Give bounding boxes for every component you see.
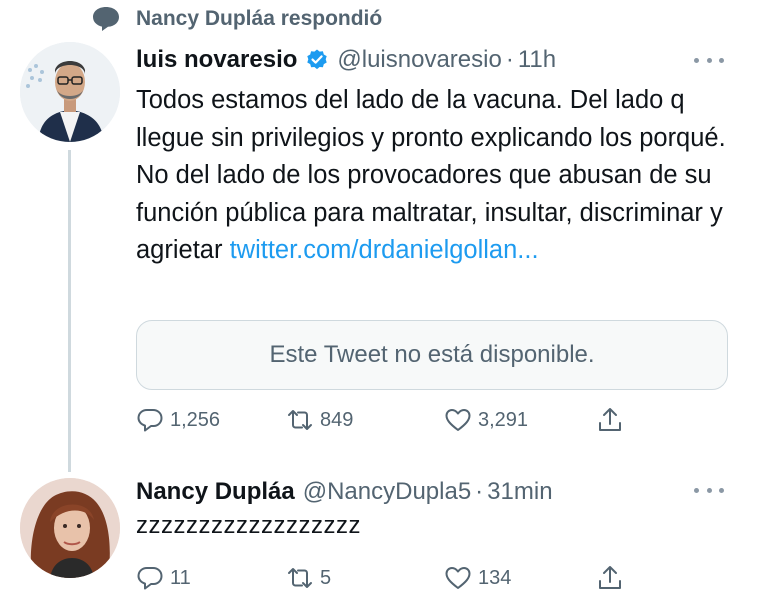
share-button[interactable] (594, 560, 626, 590)
heart-icon (442, 404, 474, 436)
quoted-tweet-unavailable: Este Tweet no está disponible. (136, 320, 728, 390)
tweet-text: Todos estamos del lado de la vacuna. Del… (136, 82, 736, 270)
handle[interactable]: @luisnovaresio (337, 46, 501, 74)
reply-button[interactable]: 1,256 (134, 402, 220, 438)
like-button[interactable]: 134 (442, 560, 511, 590)
separator-dot: · (475, 478, 484, 505)
heart-icon (442, 562, 474, 590)
retweet-icon (284, 562, 316, 590)
social-context: Nancy Dupláa respondió (90, 2, 382, 36)
retweet-button[interactable]: 5 (284, 560, 331, 590)
avatar[interactable] (20, 42, 120, 142)
share-icon (594, 562, 626, 590)
tweet-text: zzzzzzzzzzzzzzzzzz (136, 512, 361, 539)
social-context-text: Nancy Dupláa respondió (136, 7, 383, 30)
like-button[interactable]: 3,291 (442, 402, 528, 438)
verified-badge-icon (305, 48, 329, 72)
thread-line (68, 150, 71, 472)
tweet-actions: 11 5 134 (134, 560, 634, 590)
more-options-icon[interactable] (692, 480, 726, 500)
tweet-actions: 1,256 849 3,291 (134, 402, 634, 438)
like-count: 3,291 (478, 408, 529, 431)
avatar[interactable] (20, 478, 120, 578)
tweet-header: Nancy Dupláa @NancyDupla5 · 31min (136, 474, 553, 510)
retweet-icon (284, 404, 316, 436)
quote-unavailable-text: Este Tweet no está disponible. (269, 341, 595, 368)
display-name[interactable]: Nancy Dupláa (136, 478, 295, 506)
handle[interactable]: @NancyDupla5 (303, 478, 471, 506)
retweet-count: 849 (320, 408, 354, 431)
share-icon (594, 404, 626, 436)
reply-icon (134, 404, 166, 436)
retweet-count: 5 (320, 566, 332, 589)
separator-dot: · (505, 46, 514, 73)
share-button[interactable] (594, 402, 626, 438)
reply-icon (134, 562, 166, 590)
timestamp[interactable]: 11h (518, 46, 556, 74)
reply-button[interactable]: 11 (134, 560, 191, 590)
retweet-button[interactable]: 849 (284, 402, 353, 438)
tweet-header: luis novaresio @luisnovaresio · 11h (136, 42, 556, 78)
tweet-link[interactable]: twitter.com/drdanielgollan... (230, 236, 539, 264)
more-options-icon[interactable] (692, 50, 726, 70)
display-name[interactable]: luis novaresio (136, 46, 297, 74)
reply-count: 1,256 (170, 408, 221, 431)
speech-bubble-icon (90, 4, 122, 34)
like-count: 134 (478, 566, 512, 589)
timestamp[interactable]: 31min (487, 478, 552, 506)
reply-count: 11 (170, 566, 191, 589)
